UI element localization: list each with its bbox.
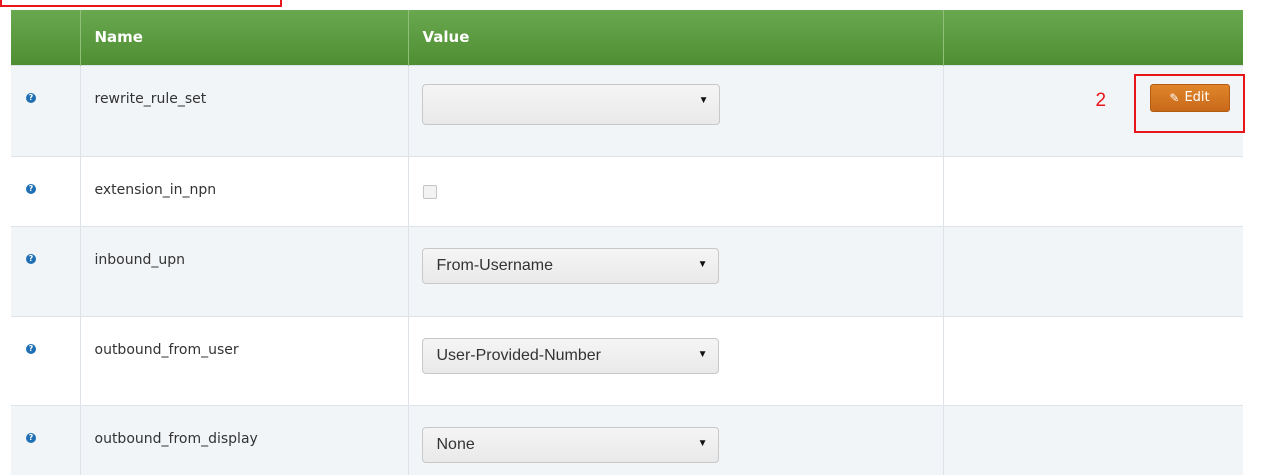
table-row: ? outbound_from_display None ▼ (11, 404, 1243, 475)
outbound-from-display-select[interactable]: None ▼ (421, 426, 719, 463)
help-icon[interactable]: ? (26, 92, 36, 103)
caret-down-icon: ▼ (698, 94, 709, 106)
caret-down-icon: ▼ (697, 437, 708, 449)
action-cell: 2 ✎ Edit (944, 66, 1245, 156)
help-icon[interactable]: ? (26, 253, 36, 264)
setting-name: inbound_upn (79, 225, 408, 316)
setting-name: outbound_from_user (79, 315, 408, 405)
inbound-upn-select[interactable]: From-Username ▼ (421, 247, 719, 284)
table-row: ? rewrite_rule_set ▼ 2 ✎ Edit (11, 64, 1245, 156)
setting-name: outbound_from_display (79, 404, 408, 475)
table-header-row: Name Value (11, 10, 1243, 65)
table-row: ? extension_in_npn (11, 155, 1243, 226)
select-value: From-Username (436, 256, 553, 274)
header-value: Value (407, 10, 943, 65)
header-action-column (942, 10, 1243, 65)
rewrite-rule-set-select[interactable]: ▼ (421, 83, 720, 125)
header-icon-column (11, 10, 80, 65)
step-marker: 2 (1095, 89, 1107, 111)
caret-down-icon: ▼ (697, 258, 708, 270)
outbound-from-user-select[interactable]: User-Provided-Number ▼ (421, 337, 719, 374)
setting-name: rewrite_rule_set (79, 64, 408, 156)
header-name: Name (79, 10, 408, 65)
pencil-square-icon: ✎ (1169, 90, 1180, 105)
table-row: ? outbound_from_user User-Provided-Numbe… (11, 315, 1243, 405)
help-icon[interactable]: ? (26, 432, 36, 443)
select-value: User-Provided-Number (436, 346, 602, 364)
caret-down-icon: ▼ (697, 348, 708, 360)
edit-button[interactable]: ✎ Edit (1149, 83, 1230, 112)
select-value: None (436, 435, 475, 453)
help-icon[interactable]: ? (26, 343, 36, 354)
setting-name: extension_in_npn (79, 155, 408, 226)
extension-in-npn-checkbox[interactable] (422, 184, 437, 199)
table-row: ? inbound_upn From-Username ▼ (11, 225, 1243, 316)
settings-table: Name Value ? rewrite_rule_set ▼ 2 ✎ Edit… (11, 10, 1245, 475)
help-icon[interactable]: ? (26, 183, 36, 194)
edit-label: Edit (1184, 90, 1210, 105)
annotation-highlight-box (0, 0, 282, 7)
